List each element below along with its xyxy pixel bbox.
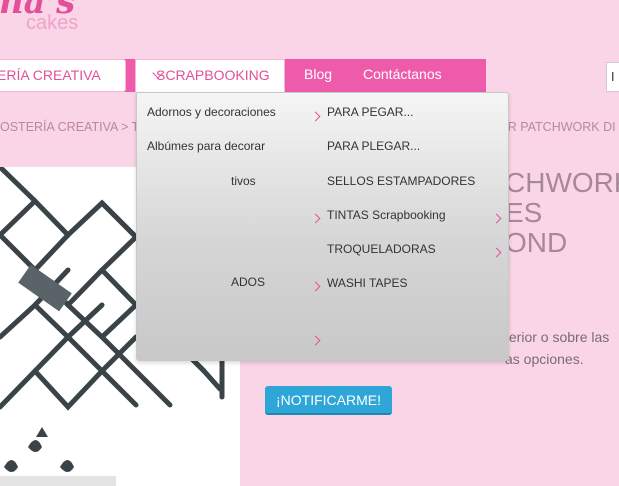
menu-item-troqueladoras[interactable]: TROQUELADORAS — [327, 242, 436, 256]
nav-item-contactanos[interactable]: Contáctanos — [363, 59, 442, 92]
breadcrumb[interactable]: OSTERÍA CREATIVA > TO — [0, 120, 149, 134]
cart-box[interactable]: I — [606, 62, 619, 92]
nav-item-scrapbooking[interactable]: SCRAPBOOKING — [135, 59, 285, 93]
product-description: ferior o sobre las as opciones. — [505, 329, 610, 367]
logo-sub-text: cakes — [26, 12, 79, 34]
site-logo[interactable]: ina's cakes — [0, 0, 120, 38]
nav-item-label: ERÍA CREATIVA — [0, 67, 101, 83]
menu-item-washi-tapes[interactable]: WASHI TAPES — [327, 276, 407, 290]
menu-item-sellos[interactable]: SELLOS ESTAMPADORES — [327, 174, 475, 188]
notify-button[interactable]: ¡NOTIFICARME! — [265, 386, 392, 415]
menu-item-col1-3[interactable]: tivos — [231, 174, 256, 188]
menu-item-albumes[interactable]: Albúmes para decorar — [147, 139, 265, 153]
chevron-right-icon — [310, 213, 321, 224]
chevron-right-icon — [491, 247, 502, 258]
menu-item-col1-6[interactable]: ADOS — [231, 275, 265, 289]
product-title: CHWORK ES OND — [505, 167, 619, 258]
chevron-right-icon — [491, 213, 502, 224]
menu-item-para-pegar[interactable]: PARA PEGAR... — [327, 105, 413, 119]
chevron-right-icon — [310, 335, 321, 346]
chevron-right-icon — [310, 111, 321, 122]
menu-item-adornos[interactable]: Adornos y decoraciones — [147, 105, 276, 119]
menu-item-tintas[interactable]: TINTAS Scrapbooking — [327, 208, 446, 222]
scrapbooking-dropdown: Adornos y decoraciones Albúmes para deco… — [136, 92, 509, 361]
main-nav: ERÍA CREATIVA SCRAPBOOKING Blog Contácta… — [0, 59, 486, 93]
breadcrumb-current: OR PATCHWORK DI — [498, 120, 616, 134]
nav-item-label: SCRAPBOOKING — [146, 60, 270, 91]
nav-item-reposteria-creativa[interactable]: ERÍA CREATIVA — [0, 59, 126, 92]
nav-item-blog[interactable]: Blog — [304, 59, 332, 92]
chevron-right-icon — [310, 281, 321, 292]
menu-item-para-plegar[interactable]: PARA PLEGAR... — [327, 139, 420, 153]
